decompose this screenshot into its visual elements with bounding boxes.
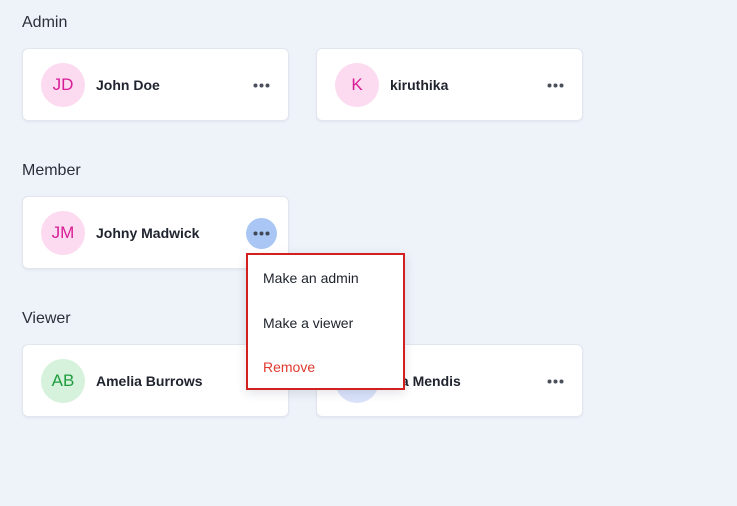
avatar: JD — [41, 63, 85, 107]
user-card-john-doe: JD John Doe — [22, 48, 289, 121]
user-card-kiruthika: K kiruthika — [316, 48, 583, 121]
user-name: kiruthika — [390, 77, 449, 93]
section-title-viewer: Viewer — [22, 310, 71, 327]
more-horizontal-icon — [547, 83, 564, 88]
more-options-button[interactable] — [246, 70, 277, 101]
more-options-button-active[interactable] — [246, 218, 277, 249]
user-actions-menu: Make an admin Make a viewer Remove — [246, 253, 405, 390]
avatar: JM — [41, 211, 85, 255]
menu-item-make-viewer[interactable]: Make a viewer — [263, 315, 353, 331]
menu-item-make-admin[interactable]: Make an admin — [263, 270, 359, 286]
menu-item-remove[interactable]: Remove — [263, 359, 315, 375]
user-name: Johny Madwick — [96, 225, 200, 241]
more-options-button[interactable] — [540, 366, 571, 397]
avatar: K — [335, 63, 379, 107]
section-title-member: Member — [22, 162, 81, 179]
more-horizontal-icon — [253, 83, 270, 88]
more-horizontal-icon — [547, 379, 564, 384]
avatar: AB — [41, 359, 85, 403]
user-name: John Doe — [96, 77, 160, 93]
more-options-button[interactable] — [540, 70, 571, 101]
user-name: Amelia Burrows — [96, 373, 203, 389]
more-horizontal-icon — [253, 231, 270, 236]
section-title-admin: Admin — [22, 14, 68, 31]
